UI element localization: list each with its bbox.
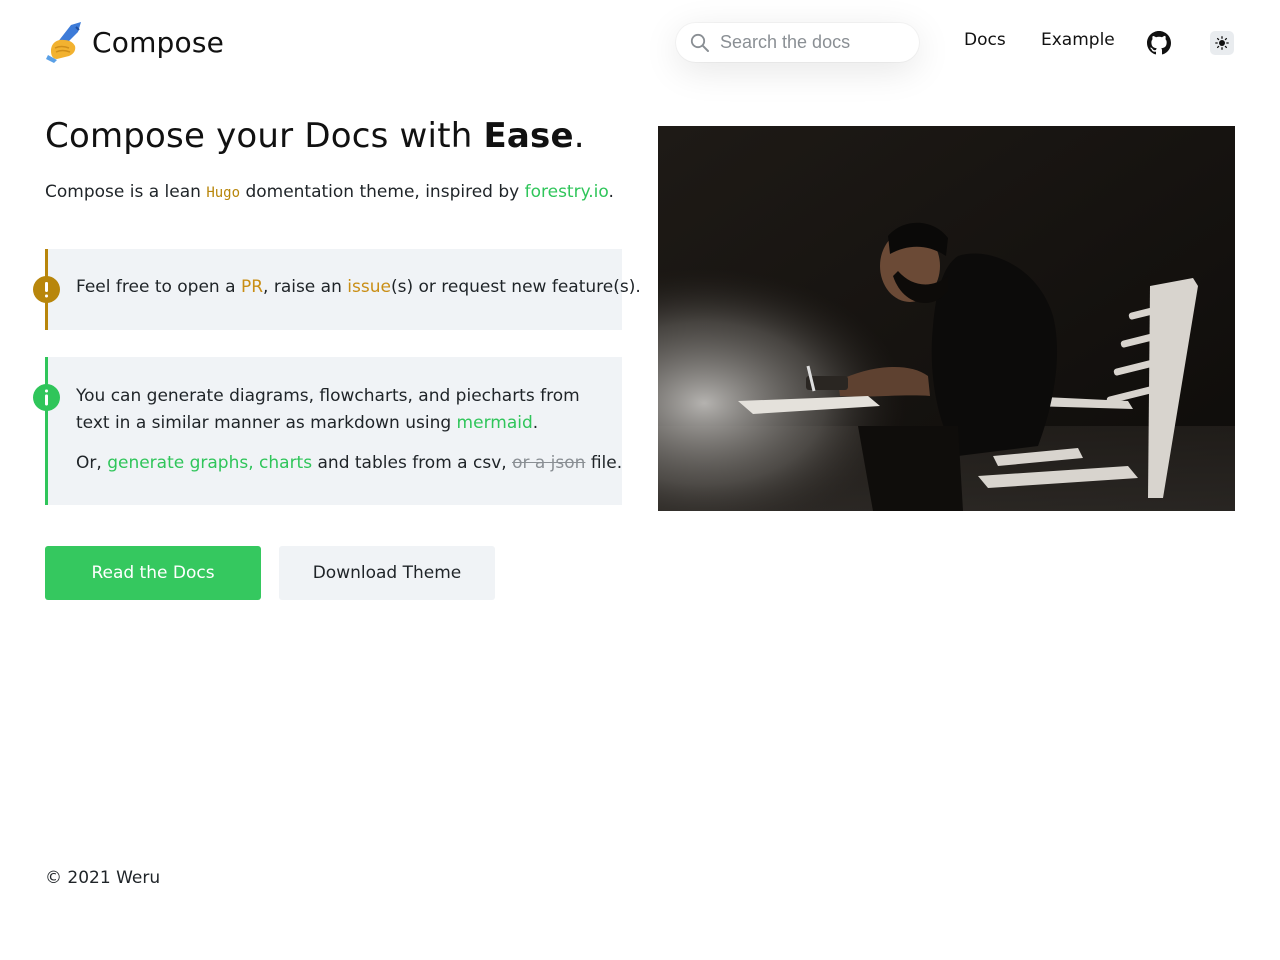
hero-photo bbox=[658, 126, 1235, 511]
info-p1-end: . bbox=[532, 413, 539, 433]
warning-text-2: , raise an bbox=[263, 277, 348, 297]
download-theme-button[interactable]: Download Theme bbox=[279, 546, 495, 600]
subtitle-text-2: domentation theme, inspired by bbox=[240, 182, 525, 202]
nav-docs[interactable]: Docs bbox=[964, 30, 1006, 50]
graphs-charts-link[interactable]: generate graphs, charts bbox=[107, 453, 312, 473]
info-paragraph-2: Or, generate graphs, charts and tables f… bbox=[76, 450, 622, 477]
info-p2-text-3: file. bbox=[585, 453, 623, 473]
search-box[interactable] bbox=[676, 23, 919, 62]
brand-link[interactable]: Compose bbox=[45, 20, 224, 64]
pr-link[interactable]: PR bbox=[241, 277, 263, 297]
info-callout: You can generate diagrams, flowcharts, a… bbox=[33, 357, 622, 505]
theme-toggle-button[interactable] bbox=[1210, 31, 1234, 55]
read-docs-button[interactable]: Read the Docs bbox=[45, 546, 261, 600]
page-title: Compose your Docs with Ease. bbox=[45, 116, 585, 156]
subtitle-text-1: Compose is a lean bbox=[45, 182, 207, 202]
mermaid-link[interactable]: mermaid bbox=[457, 413, 533, 433]
github-icon bbox=[1147, 31, 1171, 55]
info-p2-text-2: and tables from a csv, bbox=[312, 453, 513, 473]
info-p2-text-1: Or, bbox=[76, 453, 108, 473]
title-suffix: . bbox=[573, 116, 585, 156]
sun-icon bbox=[1215, 36, 1229, 50]
forestry-link[interactable]: forestry.io bbox=[525, 182, 609, 202]
struck-text: or a json bbox=[512, 453, 586, 473]
warning-text-1: Feel free to open a bbox=[76, 277, 241, 297]
info-icon bbox=[33, 384, 60, 411]
footer-copyright: © 2021 Weru bbox=[45, 868, 161, 888]
warning-text-3: (s) or request new feature(s). bbox=[390, 277, 641, 297]
github-link[interactable] bbox=[1147, 31, 1171, 55]
subtitle-text-3: . bbox=[608, 182, 614, 202]
info-paragraph-1: You can generate diagrams, flowcharts, a… bbox=[76, 383, 616, 437]
search-icon bbox=[690, 33, 709, 52]
title-prefix: Compose your Docs with bbox=[45, 116, 484, 156]
search-input[interactable] bbox=[720, 32, 900, 53]
brand-name: Compose bbox=[92, 25, 225, 59]
warning-text: Feel free to open a PR, raise an issue(s… bbox=[76, 274, 641, 301]
nav-example[interactable]: Example bbox=[1041, 30, 1115, 50]
exclamation-icon bbox=[33, 276, 60, 303]
hero-subtitle: Compose is a lean Hugo domentation theme… bbox=[45, 182, 614, 202]
warning-callout: Feel free to open a PR, raise an issue(s… bbox=[33, 249, 641, 330]
hugo-code: Hugo bbox=[206, 185, 241, 201]
title-strong: Ease bbox=[483, 116, 574, 156]
writing-hand-icon bbox=[46, 22, 81, 63]
issue-link[interactable]: issue bbox=[347, 277, 391, 297]
